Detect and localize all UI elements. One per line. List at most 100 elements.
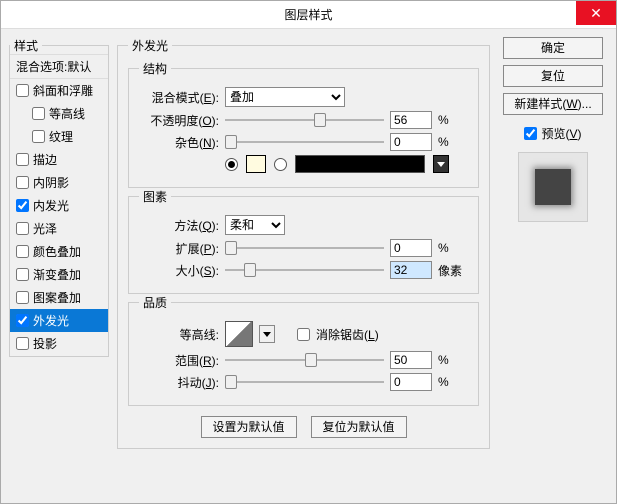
style-checkbox[interactable] <box>16 268 29 281</box>
style-label: 斜面和浮雕 <box>33 82 93 99</box>
contour-label: 等高线: <box>139 326 219 343</box>
sidebar-item-blending-options[interactable]: 混合选项:默认 <box>10 54 108 79</box>
chevron-down-icon <box>437 162 445 167</box>
contour-picker[interactable] <box>225 321 253 347</box>
close-button[interactable]: ✕ <box>576 1 616 25</box>
antialias-checkbox[interactable] <box>297 328 310 341</box>
range-input[interactable] <box>390 351 432 369</box>
jitter-unit: % <box>438 375 468 389</box>
quality-group: 品质 等高线: 消除锯齿(L) <box>128 294 479 406</box>
style-label: 图案叠加 <box>33 289 81 306</box>
sidebar-item-style[interactable]: 内阴影 <box>10 171 108 194</box>
structure-group: 结构 混合模式(E): 叠加 不透明度(O): <box>128 60 479 188</box>
spread-input[interactable] <box>390 239 432 257</box>
style-checkbox[interactable] <box>32 130 45 143</box>
quality-legend: 品质 <box>139 294 171 311</box>
reset-button[interactable]: 复位 <box>503 65 603 87</box>
opacity-unit: % <box>438 113 468 127</box>
preview-square-icon <box>535 169 571 205</box>
spread-label: 扩展(P): <box>139 240 219 257</box>
style-checkbox[interactable] <box>16 222 29 235</box>
ok-button[interactable]: 确定 <box>503 37 603 59</box>
reset-default-button[interactable]: 复位为默认值 <box>311 416 407 438</box>
style-checkbox[interactable] <box>16 314 29 327</box>
style-label: 内阴影 <box>33 174 69 191</box>
preview-label: 预览(V) <box>541 125 581 142</box>
new-style-button[interactable]: 新建样式(W)... <box>503 93 603 115</box>
noise-slider[interactable] <box>225 135 384 149</box>
gradient-radio[interactable] <box>274 158 287 171</box>
preview-thumbnail <box>518 152 588 222</box>
opacity-label: 不透明度(O): <box>139 112 219 129</box>
opacity-input[interactable] <box>390 111 432 129</box>
styles-list: 混合选项:默认斜面和浮雕等高线纹理描边内阴影内发光光泽颜色叠加渐变叠加图案叠加外… <box>10 54 108 355</box>
size-unit: 像素 <box>438 262 468 279</box>
jitter-slider[interactable] <box>225 375 384 389</box>
style-checkbox[interactable] <box>16 176 29 189</box>
sidebar-item-style[interactable]: 纹理 <box>10 125 108 148</box>
outer-glow-title: 外发光 <box>128 37 172 54</box>
spread-unit: % <box>438 241 468 255</box>
style-checkbox[interactable] <box>16 84 29 97</box>
layer-style-dialog: 图层样式 ✕ 样式 混合选项:默认斜面和浮雕等高线纹理描边内阴影内发光光泽颜色叠… <box>0 0 617 504</box>
range-label: 范围(R): <box>139 352 219 369</box>
sidebar-item-style[interactable]: 外发光 <box>10 309 108 332</box>
elements-group: 图素 方法(Q): 柔和 扩展(P): <box>128 188 479 294</box>
style-checkbox[interactable] <box>32 107 45 120</box>
blend-mode-select[interactable]: 叠加 <box>225 87 345 107</box>
styles-panel: 样式 混合选项:默认斜面和浮雕等高线纹理描边内阴影内发光光泽颜色叠加渐变叠加图案… <box>9 37 109 357</box>
style-checkbox[interactable] <box>16 199 29 212</box>
noise-input[interactable] <box>390 133 432 151</box>
titlebar: 图层样式 ✕ <box>1 1 616 29</box>
spread-slider[interactable] <box>225 241 384 255</box>
jitter-input[interactable] <box>390 373 432 391</box>
style-label: 渐变叠加 <box>33 266 81 283</box>
sidebar-item-style[interactable]: 斜面和浮雕 <box>10 79 108 102</box>
structure-legend: 结构 <box>139 60 171 77</box>
sidebar-item-style[interactable]: 内发光 <box>10 194 108 217</box>
style-checkbox[interactable] <box>16 291 29 304</box>
style-checkbox[interactable] <box>16 153 29 166</box>
solid-color-radio[interactable] <box>225 158 238 171</box>
style-label: 颜色叠加 <box>33 243 81 260</box>
make-default-button[interactable]: 设置为默认值 <box>201 416 297 438</box>
style-label: 等高线 <box>49 105 85 122</box>
sidebar-item-style[interactable]: 等高线 <box>10 102 108 125</box>
window-title: 图层样式 <box>284 8 332 22</box>
size-input[interactable] <box>390 261 432 279</box>
gradient-dropdown[interactable] <box>433 155 449 173</box>
sidebar-item-style[interactable]: 图案叠加 <box>10 286 108 309</box>
blend-mode-label: 混合模式(E): <box>139 89 219 106</box>
preview-checkbox[interactable] <box>524 127 537 140</box>
solid-color-swatch[interactable] <box>246 155 266 173</box>
style-label: 内发光 <box>33 197 69 214</box>
size-slider[interactable] <box>225 263 384 277</box>
gradient-picker[interactable] <box>295 155 425 173</box>
elements-legend: 图素 <box>139 188 171 205</box>
sidebar-item-style[interactable]: 光泽 <box>10 217 108 240</box>
outer-glow-panel: 外发光 结构 混合模式(E): 叠加 <box>117 37 490 449</box>
style-checkbox[interactable] <box>16 245 29 258</box>
style-checkbox[interactable] <box>16 337 29 350</box>
sidebar-item-style[interactable]: 投影 <box>10 332 108 355</box>
chevron-down-icon <box>263 332 271 337</box>
style-label: 纹理 <box>49 128 73 145</box>
styles-panel-title: 样式 <box>10 37 42 54</box>
opacity-slider[interactable] <box>225 113 384 127</box>
style-label: 描边 <box>33 151 57 168</box>
jitter-label: 抖动(J): <box>139 374 219 391</box>
sidebar-item-style[interactable]: 描边 <box>10 148 108 171</box>
range-unit: % <box>438 353 468 367</box>
size-label: 大小(S): <box>139 262 219 279</box>
sidebar-item-style[interactable]: 渐变叠加 <box>10 263 108 286</box>
antialias-label: 消除锯齿(L) <box>316 326 379 343</box>
technique-select[interactable]: 柔和 <box>225 215 285 235</box>
contour-dropdown[interactable] <box>259 325 275 343</box>
sidebar-item-style[interactable]: 颜色叠加 <box>10 240 108 263</box>
style-label: 光泽 <box>33 220 57 237</box>
noise-unit: % <box>438 135 468 149</box>
style-label: 投影 <box>33 335 57 352</box>
range-slider[interactable] <box>225 353 384 367</box>
technique-label: 方法(Q): <box>139 217 219 234</box>
noise-label: 杂色(N): <box>139 134 219 151</box>
